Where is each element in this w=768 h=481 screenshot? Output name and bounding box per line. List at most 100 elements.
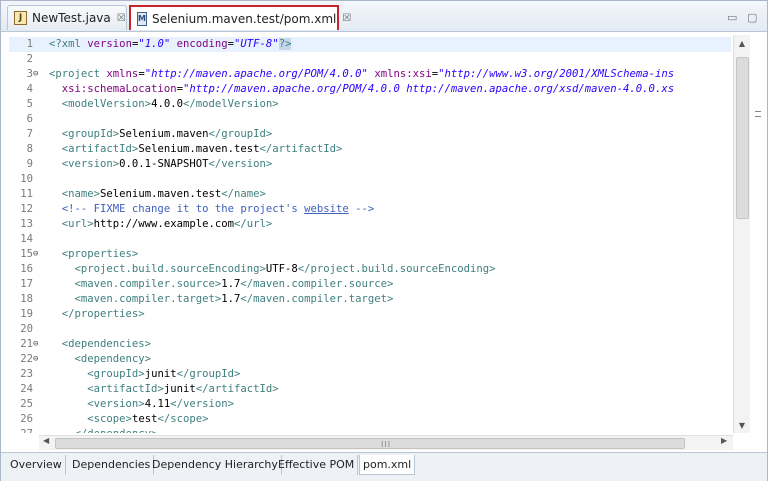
code-text: <artifactId>junit</artifactId> xyxy=(87,383,279,395)
code-line[interactable]: 12 <!-- FIXME change it to the project's… xyxy=(9,202,731,217)
code-text: <groupId>junit</groupId> xyxy=(87,368,241,380)
line-number: 10 xyxy=(20,173,33,185)
code-line[interactable]: 1 <?xml version="1.0" encoding="UTF-8"?> xyxy=(9,37,731,52)
line-number: 12 xyxy=(20,203,33,215)
scroll-down-arrow-icon[interactable]: ▼ xyxy=(734,421,750,430)
code-line[interactable]: 9 <version>0.0.1-SNAPSHOT</version> xyxy=(9,157,731,172)
code-text: <url>http://www.example.com</url> xyxy=(61,218,273,230)
code-text: <dependency> xyxy=(74,353,152,365)
scroll-left-arrow-icon[interactable]: ◀ xyxy=(43,436,49,445)
overview-ruler xyxy=(751,35,765,433)
code-line[interactable]: 27 </dependency> xyxy=(9,427,731,433)
line-number: 3 xyxy=(26,68,33,80)
code-text: <modelVersion>4.0.0</modelVersion> xyxy=(61,98,279,110)
code-text: <name>Selenium.maven.test</name> xyxy=(61,188,266,200)
vertical-scroll-thumb[interactable] xyxy=(736,57,749,219)
code-line[interactable]: 16 <project.build.sourceEncoding>UTF-8</… xyxy=(9,262,731,277)
tab-label: Selenium.maven.test/pom.xml xyxy=(151,11,337,26)
code-line[interactable]: 24 <artifactId>junit</artifactId> xyxy=(9,382,731,397)
pom-editor-bottom-tabs: Overview Dependencies Dependency Hierarc… xyxy=(1,452,767,481)
code-line[interactable]: 26 <scope>test</scope> xyxy=(9,412,731,427)
code-line[interactable]: 20 xyxy=(9,322,731,337)
fold-toggle-icon[interactable]: ⊖ xyxy=(33,337,43,352)
code-text: <project xmlns="http://maven.apache.org/… xyxy=(49,68,675,80)
vertical-scrollbar[interactable]: ▲ ▼ xyxy=(733,35,750,433)
code-line[interactable]: 11 <name>Selenium.maven.test</name> xyxy=(9,187,731,202)
line-number: 13 xyxy=(20,218,33,230)
line-number: 19 xyxy=(20,308,33,320)
line-number: 9 xyxy=(26,158,33,170)
line-number: 15 xyxy=(20,248,33,260)
code-text: <project.build.sourceEncoding>UTF-8</pro… xyxy=(74,263,496,275)
code-line[interactable]: 18 <maven.compiler.target>1.7</maven.com… xyxy=(9,292,731,307)
close-icon[interactable]: ☒ xyxy=(342,13,351,24)
code-line[interactable]: 15 ⊖ <properties> xyxy=(9,247,731,262)
code-line[interactable]: 2 xyxy=(9,52,731,67)
tab-pom-xml[interactable]: M Selenium.maven.test/pom.xml ☒ xyxy=(129,5,351,30)
line-number: 22 xyxy=(20,353,33,365)
code-line[interactable]: 22 ⊖ <dependency> xyxy=(9,352,731,367)
code-line[interactable]: 5 <modelVersion>4.0.0</modelVersion> xyxy=(9,97,731,112)
horizontal-scroll-thumb[interactable]: III xyxy=(55,438,685,449)
code-text: </dependency> xyxy=(49,427,158,433)
tab-dependency-hierarchy[interactable]: Dependency Hierarchy xyxy=(149,455,282,475)
line-number: 27 xyxy=(9,427,33,433)
code-text: <maven.compiler.source>1.7</maven.compil… xyxy=(74,278,394,290)
code-text: <?xml version="1.0" encoding="UTF-8"?> xyxy=(49,38,292,50)
code-line[interactable]: 10 xyxy=(9,172,731,187)
editor-tab-bar: J NewTest.java ☒ M Selenium.maven.test/p… xyxy=(1,1,767,32)
code-line[interactable]: 7 <groupId>Selenium.maven</groupId> xyxy=(9,127,731,142)
line-number: 25 xyxy=(20,398,33,410)
code-line[interactable]: 17 <maven.compiler.source>1.7</maven.com… xyxy=(9,277,731,292)
fold-toggle-icon[interactable]: ⊖ xyxy=(33,67,43,82)
code-text: </properties> xyxy=(61,308,145,320)
line-number: 5 xyxy=(26,98,33,110)
tab-pom-xml-source[interactable]: pom.xml xyxy=(359,455,416,475)
code-text: <version>4.11</version> xyxy=(87,398,234,410)
code-text: <!-- FIXME change it to the project's we… xyxy=(61,203,375,215)
tab-label: NewTest.java xyxy=(32,11,111,25)
code-text: <dependencies> xyxy=(61,338,152,350)
horizontal-scrollbar[interactable]: ◀ III ▶ xyxy=(39,435,733,450)
code-line[interactable]: 3 ⊖ <project xmlns="http://maven.apache.or… xyxy=(9,67,731,82)
minimize-icon[interactable]: ▭ xyxy=(727,11,737,24)
line-number: 14 xyxy=(20,233,33,245)
code-line[interactable]: 14 xyxy=(9,232,731,247)
scroll-up-arrow-icon[interactable]: ▲ xyxy=(734,39,750,48)
java-file-icon: J xyxy=(14,11,27,25)
code-line[interactable]: 21 ⊖ <dependencies> xyxy=(9,337,731,352)
pom-editor-window: J NewTest.java ☒ M Selenium.maven.test/p… xyxy=(0,0,768,481)
line-number: 20 xyxy=(20,323,33,335)
maximize-icon[interactable]: ▢ xyxy=(747,11,757,24)
line-number: 7 xyxy=(26,128,33,140)
code-text: <groupId>Selenium.maven</groupId> xyxy=(61,128,273,140)
code-line[interactable]: 19 </properties> xyxy=(9,307,731,322)
line-number: 2 xyxy=(26,53,33,65)
code-line[interactable]: 8 <artifactId>Selenium.maven.test</artif… xyxy=(9,142,731,157)
code-line[interactable]: 23 <groupId>junit</groupId> xyxy=(9,367,731,382)
line-number: 26 xyxy=(20,413,33,425)
code-text: <scope>test</scope> xyxy=(87,413,209,425)
code-line[interactable]: 6 xyxy=(9,112,731,127)
code-line[interactable]: 13 <url>http://www.example.com</url> xyxy=(9,217,731,232)
tab-overview[interactable]: Overview xyxy=(7,455,66,475)
scroll-right-arrow-icon[interactable]: ▶ xyxy=(721,436,727,445)
tab-effective-pom[interactable]: Effective POM xyxy=(275,455,359,475)
code-text: <version>0.0.1-SNAPSHOT</version> xyxy=(61,158,273,170)
line-number: 24 xyxy=(20,383,33,395)
fold-toggle-icon[interactable]: ⊖ xyxy=(33,247,43,262)
code-line[interactable]: 25 <version>4.11</version> xyxy=(9,397,731,412)
line-number: 23 xyxy=(20,368,33,380)
scroll-grip-icon: III xyxy=(381,440,392,449)
fold-toggle-icon[interactable]: ⊖ xyxy=(33,352,43,367)
code-line[interactable]: 4 xsi:schemaLocation="http://maven.apach… xyxy=(9,82,731,97)
line-number: 16 xyxy=(20,263,33,275)
line-number: 17 xyxy=(20,278,33,290)
tab-newtest-java[interactable]: J NewTest.java ☒ xyxy=(7,5,127,30)
line-number: 8 xyxy=(26,143,33,155)
close-icon[interactable]: ☒ xyxy=(117,13,126,24)
tab-dependencies[interactable]: Dependencies xyxy=(69,455,155,475)
line-number: 18 xyxy=(20,293,33,305)
xml-source-editor[interactable]: 1 <?xml version="1.0" encoding="UTF-8"?> 2… xyxy=(9,35,731,433)
line-number: 6 xyxy=(26,113,33,125)
